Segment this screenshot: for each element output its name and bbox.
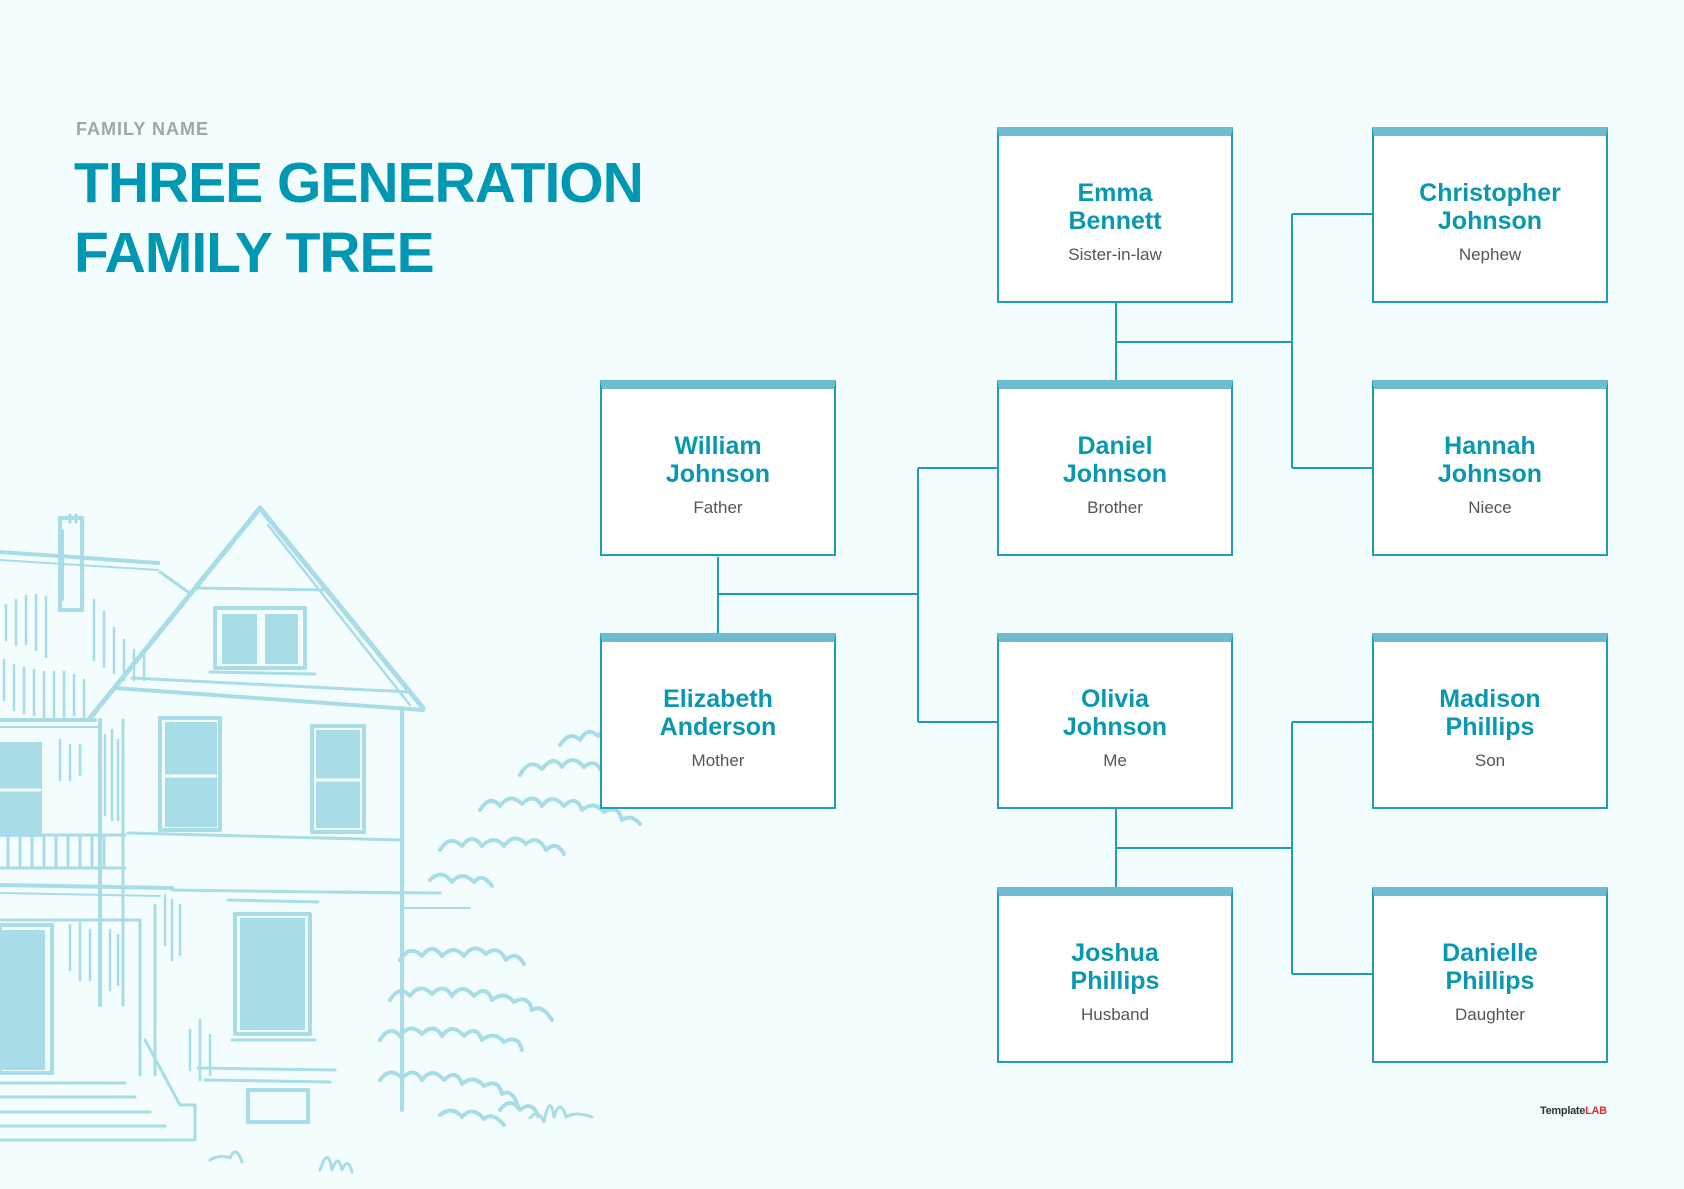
last-name: Johnson [1062, 713, 1168, 741]
last-name: Phillips [1070, 967, 1160, 995]
member-card-son[interactable]: Madison Phillips Son [1372, 633, 1608, 809]
porch-railing [0, 833, 127, 870]
member-name: Olivia Johnson [999, 685, 1231, 741]
first-name: Olivia [1080, 685, 1150, 713]
member-name: Christopher Johnson [1374, 179, 1606, 235]
last-name: Johnson [1437, 207, 1543, 235]
first-name: Christopher [1419, 179, 1561, 207]
chimney-icon [58, 513, 84, 612]
last-name: Phillips [1445, 713, 1535, 741]
member-role: Sister-in-law [1068, 245, 1162, 264]
member-card-niece[interactable]: Hannah Johnson Niece [1372, 380, 1608, 556]
member-role: Me [1103, 751, 1127, 770]
member-card-me[interactable]: Olivia Johnson Me [997, 633, 1233, 809]
member-role: Daughter [1455, 1005, 1525, 1024]
last-name: Bennett [1068, 207, 1162, 235]
title-line-2: FAMILY TREE [74, 221, 435, 285]
last-name: Johnson [1062, 460, 1168, 488]
house-illustration [0, 505, 642, 1174]
last-name: Anderson [659, 713, 777, 741]
window [158, 716, 222, 832]
member-card-nephew[interactable]: Christopher Johnson Nephew [1372, 127, 1608, 303]
first-name: Daniel [1077, 432, 1153, 460]
templatelab-logo: TemplateLAB [1540, 1105, 1607, 1117]
member-card-father[interactable]: William Johnson Father [600, 380, 836, 556]
member-card-daughter[interactable]: Danielle Phillips Daughter [1372, 887, 1608, 1063]
last-name: Johnson [1437, 460, 1543, 488]
member-name: Joshua Phillips [999, 939, 1231, 995]
member-role: Husband [1080, 1005, 1150, 1024]
attic-window [208, 606, 317, 676]
member-name: Elizabeth Anderson [602, 685, 834, 741]
first-name: Joshua [1071, 939, 1159, 967]
member-role: Son [1474, 751, 1506, 770]
member-card-husband[interactable]: Joshua Phillips Husband [997, 887, 1233, 1063]
first-name: Madison [1439, 685, 1541, 713]
member-role: Brother [1087, 498, 1143, 517]
window [226, 898, 320, 1042]
first-name: Emma [1077, 179, 1153, 207]
member-name: Daniel Johnson [999, 432, 1231, 488]
family-name-label: FAMILY NAME [76, 119, 210, 139]
member-name: Hannah Johnson [1374, 432, 1606, 488]
first-name: Hannah [1444, 432, 1536, 460]
member-name: Madison Phillips [1374, 685, 1606, 741]
member-card-mother[interactable]: Elizabeth Anderson Mother [600, 633, 836, 809]
window [310, 724, 366, 834]
member-role: Father [693, 498, 743, 517]
logo-text: Template [1540, 1105, 1586, 1117]
member-card-brother[interactable]: Daniel Johnson Brother [997, 380, 1233, 556]
first-name: Elizabeth [663, 685, 773, 713]
logo-text-accent: LAB [1585, 1105, 1607, 1117]
front-door [0, 923, 54, 1075]
first-name: William [674, 432, 762, 460]
member-name: Danielle Phillips [1374, 939, 1606, 995]
member-name: Emma Bennett [999, 179, 1231, 235]
page-title: THREE GENERATION FAMILY TREE [74, 148, 644, 288]
last-name: Johnson [665, 460, 771, 488]
member-role: Niece [1468, 498, 1512, 517]
first-name: Danielle [1442, 939, 1538, 967]
member-card-sister-in-law[interactable]: Emma Bennett Sister-in-law [997, 127, 1233, 303]
title-line-1: THREE GENERATION [74, 151, 644, 215]
member-role: Nephew [1458, 245, 1522, 264]
roof-hatching [2, 593, 146, 720]
member-role: Mother [691, 751, 745, 770]
window [0, 742, 42, 837]
member-name: William Johnson [602, 432, 834, 488]
last-name: Phillips [1445, 967, 1535, 995]
